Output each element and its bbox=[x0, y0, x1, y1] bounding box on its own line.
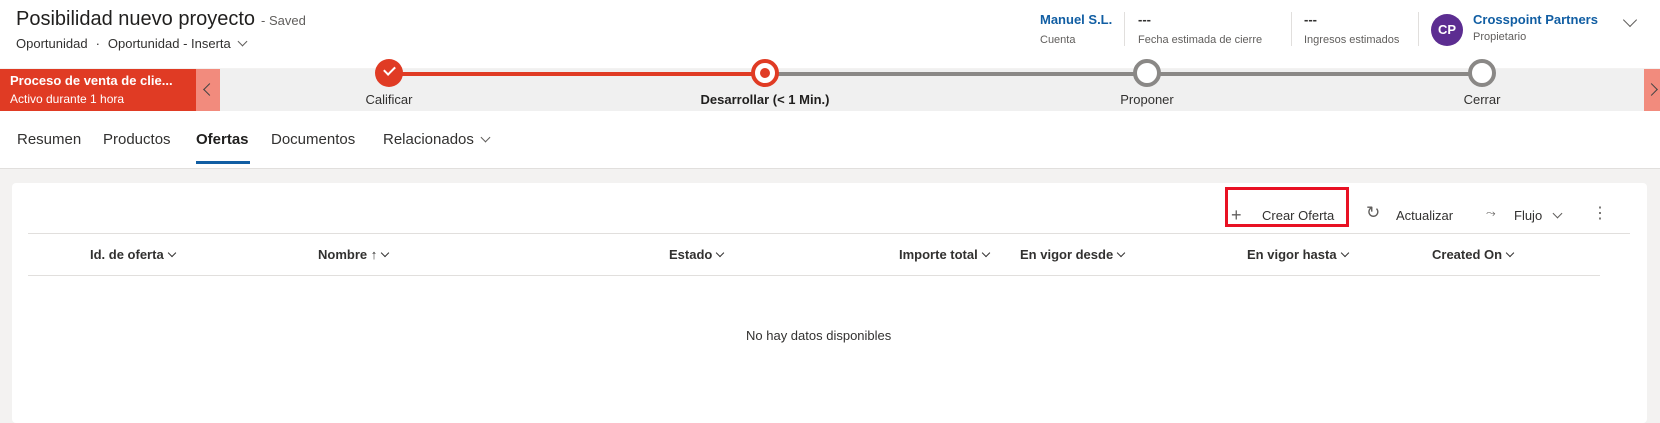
column-header-created-on[interactable]: Created On bbox=[1432, 247, 1515, 262]
check-icon bbox=[375, 59, 403, 87]
header-field-account: Manuel S.L. Cuenta bbox=[1040, 12, 1112, 46]
stage-label: Proponer bbox=[1120, 92, 1174, 107]
chevron-down-icon bbox=[167, 248, 176, 258]
owner-link[interactable]: Crosspoint Partners bbox=[1473, 12, 1598, 27]
owner-label: Propietario bbox=[1473, 31, 1527, 43]
quotes-subgrid: + Crear Oferta ↻ Actualizar ⤳ Flujo ⋮ Id… bbox=[12, 183, 1647, 423]
bpf-progress-completed bbox=[389, 72, 765, 76]
column-label: En vigor hasta bbox=[1247, 247, 1337, 262]
header-divider bbox=[1291, 12, 1292, 46]
header-row-divider bbox=[28, 275, 1600, 276]
pending-stage-icon bbox=[1133, 59, 1161, 87]
column-label: Created On bbox=[1432, 247, 1503, 262]
header-divider bbox=[1124, 12, 1125, 46]
column-header-effective-to[interactable]: En vigor hasta bbox=[1247, 247, 1349, 262]
tab-productos[interactable]: Productos bbox=[103, 131, 171, 148]
tab-relacionados-label: Relacionados bbox=[383, 131, 474, 148]
tab-ofertas[interactable]: Ofertas bbox=[196, 131, 249, 148]
owner-avatar[interactable]: CP bbox=[1431, 14, 1463, 46]
plus-icon: + bbox=[1231, 205, 1242, 225]
refresh-icon: ↻ bbox=[1366, 203, 1381, 222]
record-header: Posibilidad nuevo proyecto - Saved Oportu… bbox=[0, 0, 1660, 68]
flow-label: Flujo bbox=[1514, 208, 1543, 223]
column-label: En vigor desde bbox=[1020, 247, 1114, 262]
column-header-name[interactable]: Nombre ↑ bbox=[318, 247, 390, 262]
revenue-value: --- bbox=[1304, 12, 1317, 27]
account-link[interactable]: Manuel S.L. bbox=[1040, 12, 1112, 30]
stage-label: Cerrar bbox=[1463, 92, 1501, 107]
close-date-value: --- bbox=[1138, 12, 1151, 27]
process-status: Activo durante 1 hora bbox=[10, 92, 125, 106]
selected-tab-indicator bbox=[196, 161, 250, 164]
column-header-status[interactable]: Estado bbox=[669, 247, 725, 262]
tab-relacionados[interactable]: Relacionados bbox=[383, 131, 491, 148]
record-title: Posibilidad nuevo proyecto - Saved bbox=[16, 8, 306, 31]
column-label: Estado bbox=[669, 247, 713, 262]
pending-stage-icon bbox=[1468, 59, 1496, 87]
subline-separator: · bbox=[95, 36, 100, 51]
process-name: Proceso de venta de clie... bbox=[10, 73, 173, 88]
column-label: Id. de oferta bbox=[90, 247, 164, 262]
chevron-left-icon bbox=[203, 83, 216, 96]
chevron-down-icon bbox=[1116, 248, 1126, 258]
record-title-text: Posibilidad nuevo proyecto bbox=[16, 8, 256, 30]
more-commands-icon[interactable]: ⋮ bbox=[1592, 203, 1608, 223]
bpf-previous-button[interactable] bbox=[196, 69, 220, 111]
process-flyout-button[interactable]: Proceso de venta de clie... Activo duran… bbox=[0, 69, 196, 111]
entity-name: Oportunidad bbox=[16, 36, 88, 51]
save-status: - Saved bbox=[261, 13, 306, 28]
tab-documentos[interactable]: Documentos bbox=[271, 131, 355, 148]
revenue-label: Ingresos estimados bbox=[1304, 34, 1400, 46]
chevron-down-icon bbox=[480, 132, 491, 143]
chevron-down-icon bbox=[716, 248, 725, 258]
header-expand-chevron-icon[interactable] bbox=[1622, 12, 1638, 28]
column-header-quote-id[interactable]: Id. de oferta bbox=[90, 247, 176, 262]
close-date-label: Fecha estimada de cierre bbox=[1138, 34, 1263, 46]
form-name: Oportunidad - Inserta bbox=[107, 36, 231, 51]
sort-ascending-icon: ↑ bbox=[370, 247, 378, 262]
chevron-down-icon bbox=[381, 248, 390, 258]
header-field-close-date: --- Fecha estimada de cierre bbox=[1138, 12, 1262, 46]
account-label: Cuenta bbox=[1040, 34, 1076, 46]
form-selector[interactable]: Oportunidad - Inserta bbox=[107, 36, 248, 51]
chevron-down-icon bbox=[981, 248, 990, 258]
column-label: Nombre bbox=[318, 247, 368, 262]
chevron-down-icon bbox=[237, 36, 248, 47]
chevron-down-icon bbox=[1340, 248, 1349, 258]
header-divider bbox=[1418, 12, 1419, 46]
flow-button[interactable]: Flujo bbox=[1514, 208, 1563, 223]
header-field-revenue: --- Ingresos estimados bbox=[1304, 12, 1399, 46]
chevron-down-icon bbox=[1505, 248, 1515, 258]
column-label: Importe total bbox=[899, 247, 978, 262]
record-subline: Oportunidad · Oportunidad - Inserta bbox=[16, 36, 248, 51]
tab-resumen[interactable]: Resumen bbox=[17, 131, 81, 148]
active-stage-icon bbox=[751, 59, 779, 87]
stage-label: Calificar bbox=[365, 92, 413, 107]
business-process-flow: Proceso de venta de clie... Activo duran… bbox=[0, 59, 1660, 111]
form-tabs: Resumen Productos Ofertas Documentos Rel… bbox=[0, 111, 1660, 169]
flow-icon: ⤳ bbox=[1486, 206, 1496, 220]
bpf-next-button[interactable] bbox=[1644, 69, 1660, 111]
chevron-right-icon bbox=[1645, 83, 1658, 96]
stage-label: Desarrollar (< 1 Min.) bbox=[700, 92, 830, 107]
column-header-effective-from[interactable]: En vigor desde bbox=[1020, 247, 1126, 262]
create-quote-button[interactable]: Crear Oferta bbox=[1262, 208, 1334, 223]
refresh-button[interactable]: Actualizar bbox=[1396, 208, 1453, 223]
bpf-progress-remaining bbox=[765, 72, 1482, 76]
empty-grid-message: No hay datos disponibles bbox=[746, 328, 892, 343]
chevron-down-icon bbox=[1552, 208, 1563, 219]
column-header-total-amount[interactable]: Importe total bbox=[899, 247, 990, 262]
command-bar-divider bbox=[28, 233, 1630, 234]
